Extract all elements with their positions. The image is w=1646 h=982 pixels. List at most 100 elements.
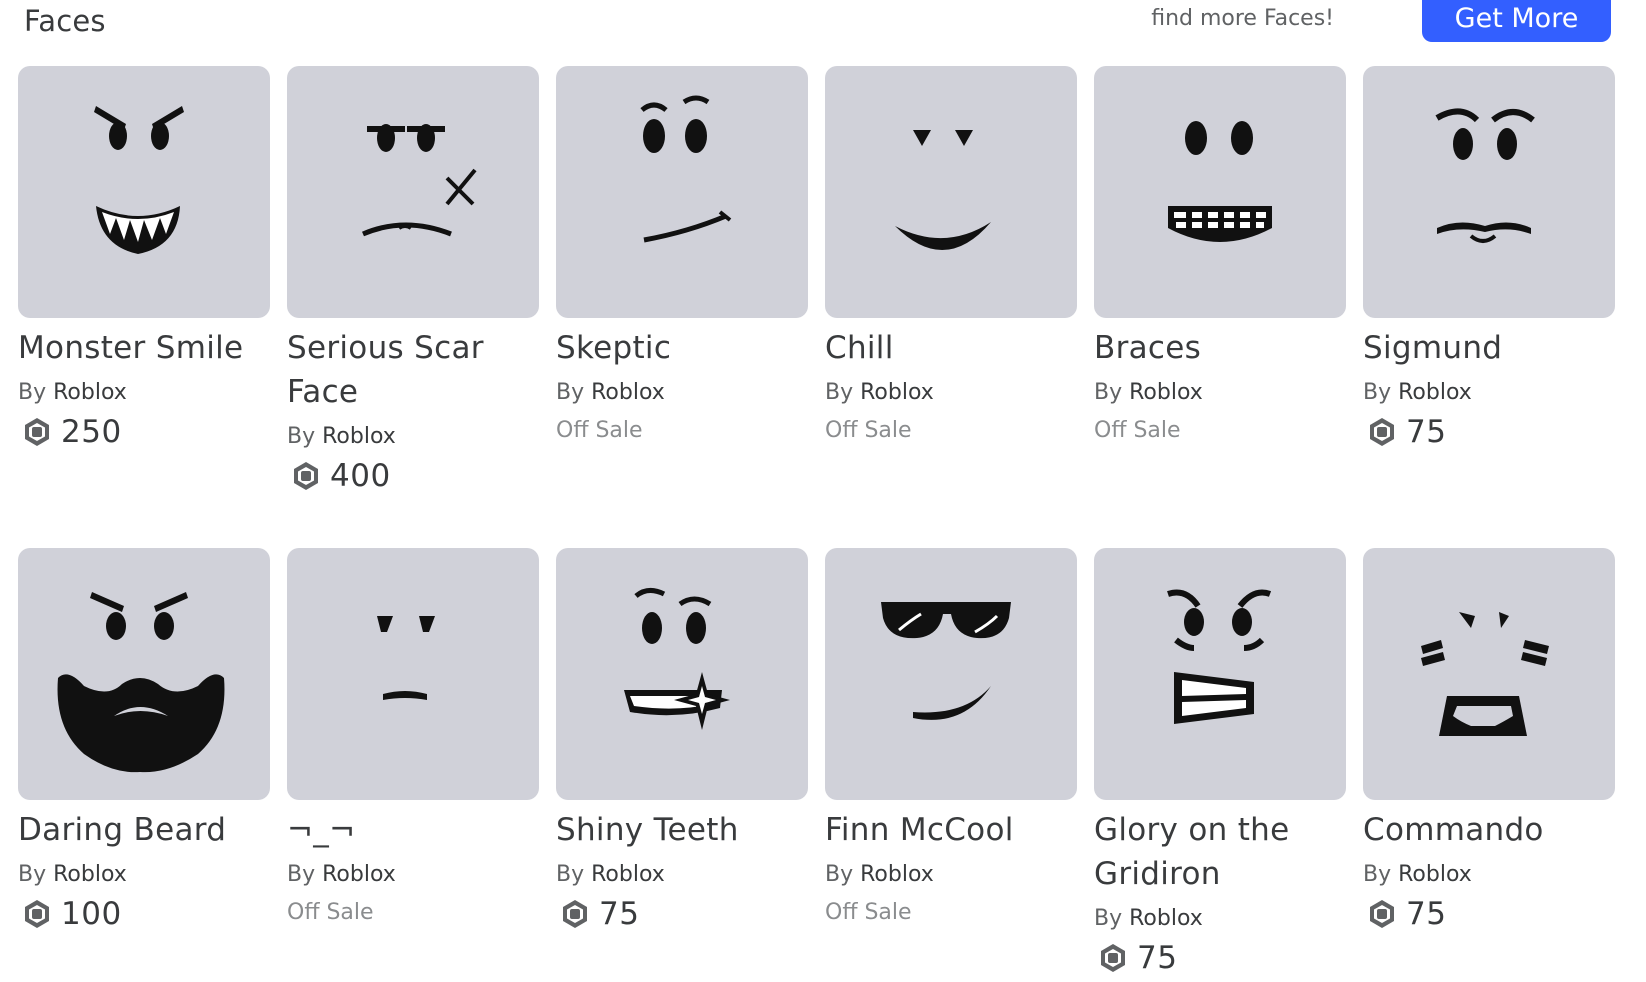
shiny-teeth-face-icon (624, 588, 730, 730)
item-thumbnail[interactable] (1094, 548, 1346, 800)
item-name[interactable]: Finn McCool (825, 808, 1077, 852)
item-creator: By Roblox (287, 856, 539, 894)
item-creator: By Roblox (825, 374, 1077, 412)
creator-name[interactable]: Roblox (1129, 906, 1203, 931)
chill-face-icon (895, 130, 991, 251)
side-eye-face-icon (377, 616, 435, 700)
section-title: Faces (24, 4, 106, 38)
price-amount: 250 (61, 414, 122, 450)
item-thumbnail[interactable] (825, 548, 1077, 800)
item-price: 75 (556, 894, 808, 934)
item-creator: By Roblox (556, 856, 808, 894)
price-amount: 75 (1406, 896, 1447, 932)
item-thumbnail[interactable] (18, 548, 270, 800)
price-amount: 400 (330, 458, 391, 494)
robux-icon (294, 462, 318, 490)
creator-name[interactable]: Roblox (53, 380, 127, 405)
price-amount: 75 (1406, 414, 1447, 450)
item-creator: By Roblox (1363, 374, 1615, 412)
item-name[interactable]: Glory on the Gridiron (1094, 808, 1346, 896)
item-thumbnail[interactable] (825, 66, 1077, 318)
item-card[interactable]: ¬_¬ By Roblox Off Sale (287, 548, 539, 978)
price-amount: 100 (61, 896, 122, 932)
item-card[interactable]: Shiny Teeth By Roblox 75 (556, 548, 808, 978)
robux-icon (25, 900, 49, 928)
by-label: By (556, 862, 585, 887)
item-thumbnail[interactable] (1363, 66, 1615, 318)
creator-name[interactable]: Roblox (591, 862, 665, 887)
item-creator: By Roblox (18, 374, 270, 412)
item-price: 100 (18, 894, 270, 934)
item-creator: By Roblox (825, 856, 1077, 894)
item-grid: Monster Smile By Roblox 250 Serious Scar… (18, 66, 1615, 978)
monster-smile-face-icon (94, 106, 184, 254)
creator-name[interactable]: Roblox (591, 380, 665, 405)
item-creator: By Roblox (1094, 900, 1346, 938)
item-name[interactable]: Daring Beard (18, 808, 270, 852)
by-label: By (18, 380, 47, 405)
item-card[interactable]: Chill By Roblox Off Sale (825, 66, 1077, 548)
gridiron-face-icon (1167, 589, 1272, 724)
by-label: By (1094, 906, 1123, 931)
item-card[interactable]: Skeptic By Roblox Off Sale (556, 66, 808, 548)
by-label: By (825, 862, 854, 887)
creator-name[interactable]: Roblox (1398, 380, 1472, 405)
item-name[interactable]: Braces (1094, 326, 1346, 370)
promo-text: find more Faces! (1151, 6, 1334, 31)
item-thumbnail[interactable] (556, 66, 808, 318)
item-card[interactable]: Daring Beard By Roblox 100 (18, 548, 270, 978)
item-card[interactable]: Glory on the Gridiron By Roblox 75 (1094, 548, 1346, 978)
item-price: 75 (1094, 938, 1346, 978)
braces-face-icon (1168, 121, 1272, 242)
skeptic-face-icon (640, 95, 732, 243)
by-label: By (1363, 862, 1392, 887)
robux-icon (1101, 944, 1125, 972)
off-sale-label: Off Sale (556, 418, 643, 443)
creator-name[interactable]: Roblox (860, 862, 934, 887)
item-name[interactable]: Monster Smile (18, 326, 270, 370)
item-card[interactable]: Commando By Roblox 75 (1363, 548, 1615, 978)
creator-name[interactable]: Roblox (1398, 862, 1472, 887)
item-name[interactable]: Serious Scar Face (287, 326, 539, 414)
item-thumbnail[interactable] (287, 548, 539, 800)
robux-icon (1370, 418, 1394, 446)
item-price: 75 (1363, 412, 1615, 452)
item-name[interactable]: ¬_¬ (287, 808, 539, 852)
item-creator: By Roblox (556, 374, 808, 412)
item-price: 75 (1363, 894, 1615, 934)
creator-name[interactable]: Roblox (860, 380, 934, 405)
item-name[interactable]: Shiny Teeth (556, 808, 808, 852)
item-card[interactable]: Monster Smile By Roblox 250 (18, 66, 270, 548)
creator-name[interactable]: Roblox (322, 862, 396, 887)
item-name[interactable]: Commando (1363, 808, 1615, 852)
item-card[interactable]: Braces By Roblox Off Sale (1094, 66, 1346, 548)
item-thumbnail[interactable] (287, 66, 539, 318)
get-more-button[interactable]: Get More (1422, 0, 1611, 42)
item-name[interactable]: Skeptic (556, 326, 808, 370)
item-thumbnail[interactable] (18, 66, 270, 318)
item-card[interactable]: Finn McCool By Roblox Off Sale (825, 548, 1077, 978)
creator-name[interactable]: Roblox (53, 862, 127, 887)
price-amount: 75 (599, 896, 640, 932)
serious-scar-face-icon (362, 124, 477, 237)
by-label: By (556, 380, 585, 405)
item-name[interactable]: Chill (825, 326, 1077, 370)
commando-face-icon (1421, 612, 1549, 736)
sunglasses-face-icon (881, 602, 1011, 720)
item-thumbnail[interactable] (556, 548, 808, 800)
daring-beard-face-icon (57, 592, 225, 773)
robux-icon (25, 418, 49, 446)
by-label: By (1094, 380, 1123, 405)
item-creator: By Roblox (1363, 856, 1615, 894)
item-creator: By Roblox (18, 856, 270, 894)
item-price: 250 (18, 412, 270, 452)
by-label: By (287, 424, 316, 449)
by-label: By (287, 862, 316, 887)
item-name[interactable]: Sigmund (1363, 326, 1615, 370)
item-card[interactable]: Serious Scar Face By Roblox 400 (287, 66, 539, 548)
creator-name[interactable]: Roblox (322, 424, 396, 449)
item-card[interactable]: Sigmund By Roblox 75 (1363, 66, 1615, 548)
creator-name[interactable]: Roblox (1129, 380, 1203, 405)
item-thumbnail[interactable] (1094, 66, 1346, 318)
item-thumbnail[interactable] (1363, 548, 1615, 800)
